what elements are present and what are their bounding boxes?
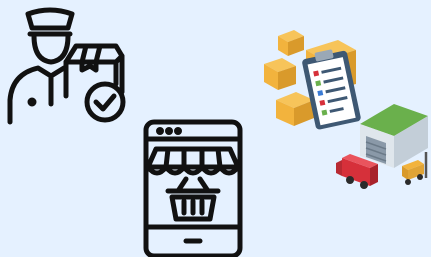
delivery-courier-icon [7,7,126,125]
online-store-tablet-icon [143,119,243,257]
warehouse-forklift-truck-icon [336,104,428,189]
